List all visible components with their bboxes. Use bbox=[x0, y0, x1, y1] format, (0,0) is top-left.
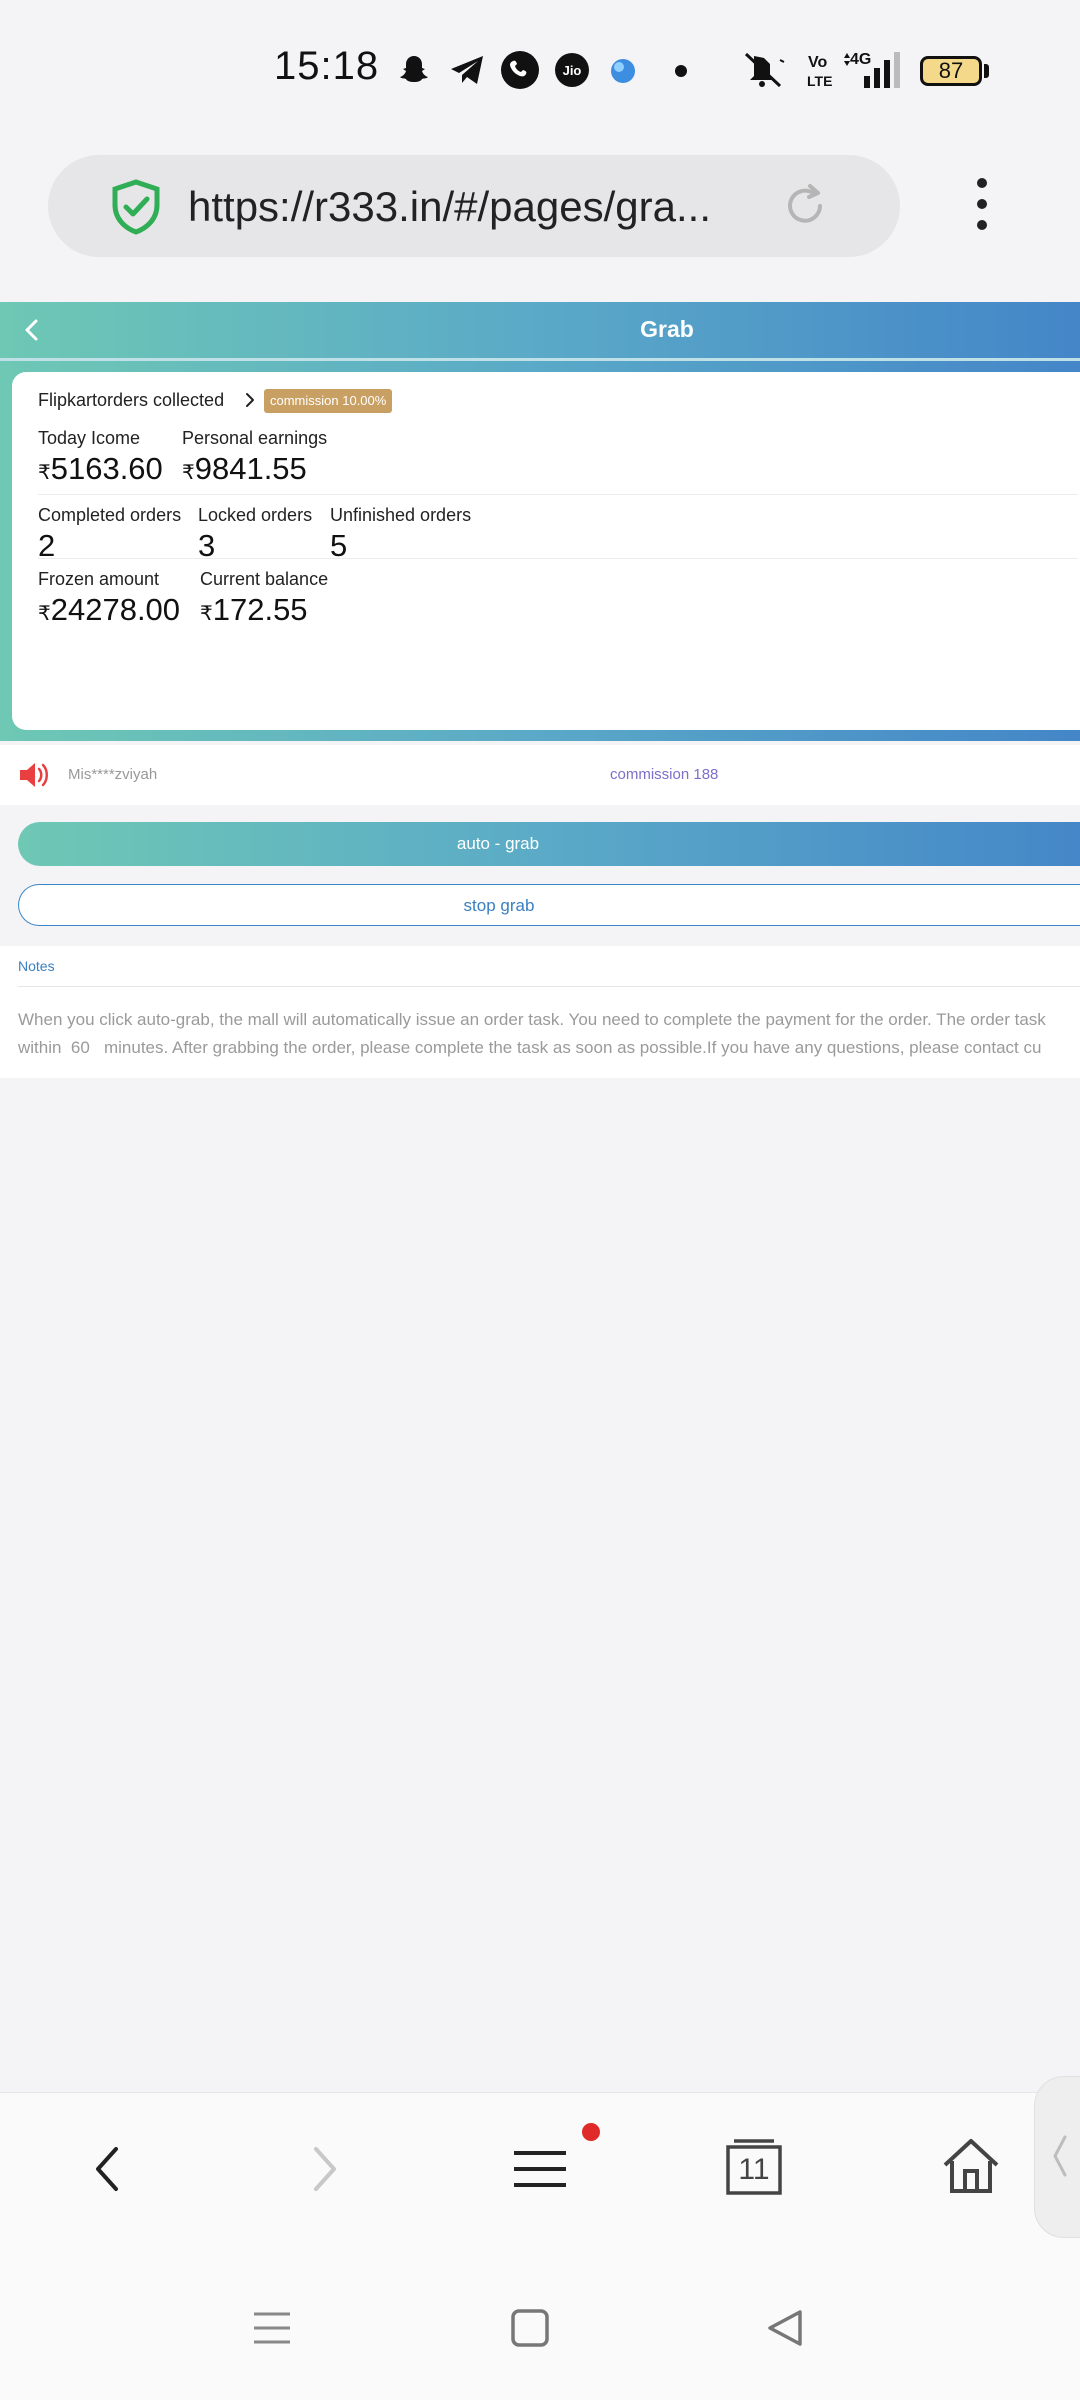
svg-text:Vo: Vo bbox=[808, 54, 827, 71]
stat-label: Today Icome bbox=[38, 428, 141, 448]
tabs-button[interactable]: 11 bbox=[724, 2137, 784, 2197]
stat-value: 24278.00 bbox=[50, 592, 181, 627]
auto-grab-label: auto - grab bbox=[456, 834, 540, 853]
card-title[interactable]: Flipkartorders collected bbox=[38, 390, 224, 411]
signal-4g-icon: 4G bbox=[844, 51, 900, 88]
stats-row-balance: Frozen amount ₹24278.00 Current balance … bbox=[38, 558, 1078, 627]
jio-icon: Jio bbox=[555, 53, 589, 87]
stat-unfinished-orders: Unfinished orders 5 bbox=[330, 505, 471, 564]
system-nav-bar bbox=[0, 2252, 1080, 2400]
currency-symbol: ₹ bbox=[38, 603, 51, 625]
stat-label: Current balance bbox=[200, 569, 329, 589]
stat-today-income: Today Icome ₹5163.60 bbox=[38, 428, 163, 487]
browser-bottom-nav: 11 bbox=[0, 2092, 1080, 2253]
notification-dot bbox=[582, 2123, 600, 2141]
menu-icon[interactable] bbox=[510, 2141, 570, 2197]
notes-divider bbox=[18, 986, 1080, 987]
auto-grab-button[interactable]: auto - grab bbox=[18, 822, 1080, 866]
broadcast-user: Mis****zviyah bbox=[68, 766, 158, 783]
status-bar: 15:18 Jio Vo LTE 4G 87 bbox=[0, 0, 1080, 140]
back-triangle-icon[interactable] bbox=[766, 2308, 806, 2348]
svg-text:Jio: Jio bbox=[563, 63, 582, 78]
stat-label: Personal earnings bbox=[182, 428, 328, 448]
stat-label: Unfinished orders bbox=[330, 505, 472, 525]
commission-badge: commission 10.00% bbox=[264, 389, 393, 413]
battery-tip bbox=[984, 64, 989, 78]
telegram-icon bbox=[451, 56, 483, 84]
broadcast-bar: Mis****zviyah commission 188 bbox=[0, 745, 1080, 805]
stat-completed-orders: Completed orders 2 bbox=[38, 505, 181, 564]
currency-symbol: ₹ bbox=[182, 462, 195, 484]
home-square-icon[interactable] bbox=[510, 2308, 550, 2348]
notes-line-2: within 60 minutes. After grabbing the or… bbox=[18, 1038, 1042, 1057]
stop-grab-button[interactable]: stop grab bbox=[18, 884, 1080, 926]
volte-icon: Vo LTE bbox=[807, 54, 832, 89]
currency-symbol: ₹ bbox=[38, 462, 51, 484]
home-icon[interactable] bbox=[940, 2135, 1002, 2197]
stat-label: Locked orders bbox=[198, 505, 313, 525]
stat-frozen-amount: Frozen amount ₹24278.00 bbox=[38, 569, 180, 628]
app-icon bbox=[611, 59, 635, 83]
forward-icon[interactable] bbox=[304, 2141, 344, 2197]
page-title: Grab bbox=[640, 316, 694, 342]
notes-section: Notes When you click auto-grab, the mall… bbox=[0, 946, 1080, 1078]
chevron-left-icon bbox=[1053, 2135, 1067, 2177]
notes-line-1: When you click auto-grab, the mall will … bbox=[18, 1010, 1046, 1029]
phone-icon bbox=[501, 51, 539, 89]
stat-current-balance: Current balance ₹172.55 bbox=[200, 569, 328, 628]
tabs-count: 11 bbox=[738, 2153, 770, 2186]
notes-title: Notes bbox=[18, 958, 55, 974]
address-bar[interactable]: https://r333.in/#/pages/gra... bbox=[48, 155, 900, 257]
snapchat-icon bbox=[400, 56, 428, 82]
app-header: Grab bbox=[0, 302, 1080, 358]
stat-value: 172.55 bbox=[212, 592, 308, 627]
stat-label: Frozen amount bbox=[38, 569, 160, 589]
stat-locked-orders: Locked orders 3 bbox=[198, 505, 312, 564]
stats-row-orders: Completed orders 2 Locked orders 3 Unfin… bbox=[38, 494, 1078, 563]
back-icon[interactable] bbox=[88, 2141, 128, 2197]
mute-icon bbox=[744, 52, 785, 88]
reload-icon[interactable] bbox=[780, 181, 830, 231]
svg-text:LTE: LTE bbox=[807, 73, 832, 89]
notes-text: When you click auto-grab, the mall will … bbox=[18, 1006, 1080, 1062]
broadcast-commission: commission 188 bbox=[610, 766, 719, 783]
currency-symbol: ₹ bbox=[200, 603, 213, 625]
stat-personal-earnings: Personal earnings ₹9841.55 bbox=[182, 428, 327, 487]
recents-icon[interactable] bbox=[252, 2308, 292, 2348]
dot-icon bbox=[675, 65, 687, 77]
svg-text:4G: 4G bbox=[850, 51, 871, 68]
speaker-icon bbox=[20, 763, 48, 787]
security-shield-icon bbox=[112, 179, 160, 235]
battery-indicator: 87 bbox=[920, 56, 982, 86]
chevron-right-icon[interactable] bbox=[244, 392, 256, 408]
status-time: 15:18 bbox=[274, 44, 380, 88]
stat-label: Completed orders bbox=[38, 505, 182, 525]
kebab-menu-icon[interactable] bbox=[970, 178, 994, 234]
stat-value: 9841.55 bbox=[194, 451, 307, 486]
stats-card: Flipkartorders collected commission 10.0… bbox=[12, 372, 1080, 730]
stop-grab-label: stop grab bbox=[463, 896, 535, 915]
url-text[interactable]: https://r333.in/#/pages/gra... bbox=[188, 183, 711, 231]
stat-value: 5163.60 bbox=[50, 451, 163, 486]
side-drawer-handle[interactable] bbox=[1034, 2076, 1080, 2238]
